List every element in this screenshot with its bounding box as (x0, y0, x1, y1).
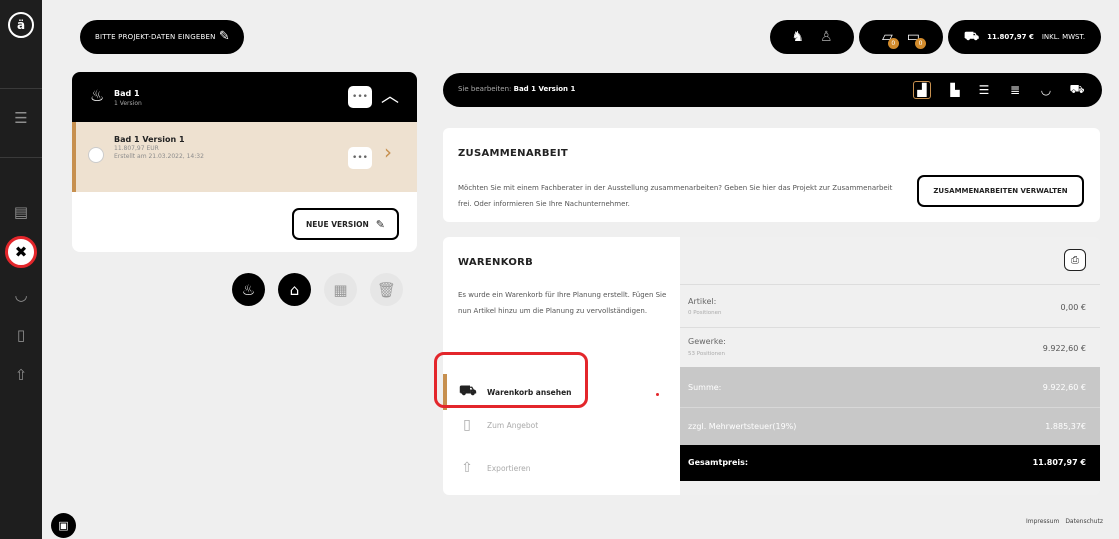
footer-links: Impressum Datenschutz (1026, 518, 1103, 525)
articles-value: 0,00 € (1060, 303, 1086, 312)
person-icon[interactable]: ♙ (820, 29, 833, 45)
chat-icon[interactable]: ▣ (51, 513, 76, 538)
menu-icon[interactable]: ☰ (11, 108, 31, 128)
pencil-icon: ✎ (375, 217, 385, 231)
new-version-button[interactable]: NEUE VERSION ✎ (292, 208, 399, 240)
floorplan-button[interactable]: ▦ (324, 273, 357, 306)
offer-label: Zum Angebot (487, 420, 539, 430)
cart-summary: ⎙ Artikel: 0 Positionen 0,00 € Gewerke: … (680, 237, 1100, 495)
cart-total: 11.807,97 € (987, 33, 1034, 41)
file-icon[interactable]: ▯ (11, 325, 31, 345)
notes-icon[interactable]: ▱ 0 (882, 29, 899, 49)
sum-value: 9.922,60 € (1042, 383, 1086, 392)
articles-label: Artikel: (688, 297, 717, 306)
offer-button[interactable]: ▯ Zum Angebot (443, 407, 680, 443)
checklist-icon[interactable]: ☰ (975, 81, 993, 99)
cart-icon[interactable]: ⛟ (1068, 81, 1086, 99)
folder-count-badge: 0 (915, 38, 926, 49)
pencil-icon: ✎ (218, 29, 230, 44)
editing-label: Sie bearbeiten: Bad 1 Version 1 (458, 85, 576, 93)
cart-title: WARENKORB (458, 257, 534, 268)
sidebar-divider (0, 88, 42, 89)
tools-icon[interactable]: ✖ (5, 236, 37, 268)
version-name: Bad 1 Version 1 (114, 135, 185, 144)
documents-pill: ▱ 0 ▭ 0 (859, 20, 943, 54)
vat-label: zzgl. Mehrwertsteuer(19%) (688, 422, 797, 431)
manage-collaboration-button[interactable]: ZUSAMMENARBEITEN VERWALTEN (917, 175, 1084, 207)
articles-count: 0 Positionen (688, 310, 722, 316)
imprint-link[interactable]: Impressum (1026, 518, 1059, 525)
project-name: Bad 1 (114, 89, 140, 98)
bathtub-icon: ♨ (90, 86, 105, 105)
project-data-button[interactable]: BITTE PROJEKT-DATEN EINGEBEN ✎ (80, 20, 244, 54)
users-pill: ♞ ♙ (770, 20, 854, 54)
print-icon[interactable]: ⎙ (1064, 249, 1086, 271)
export-label: Exportieren (487, 463, 531, 473)
chevron-right-icon[interactable]: › (384, 140, 392, 164)
collaboration-title: ZUSAMMENARBEIT (458, 148, 569, 159)
cart-pill[interactable]: ⛟ 11.807,97 € INKL. MWST. (948, 20, 1101, 54)
list-icon[interactable]: ≣ (1006, 81, 1024, 99)
folder-icon[interactable]: ▭ 0 (907, 29, 926, 49)
plan-outline-icon[interactable]: ▙ (946, 81, 964, 99)
project-header[interactable]: ♨ Bad 1 1 Version ••• ︿ (72, 72, 417, 122)
sum-row: Summe: 9.922,60 € (680, 367, 1100, 407)
sidebar: ä ☰ ▤ ✖ ◡ ▯ ⇧ (0, 0, 42, 539)
collaboration-text: Möchten Sie mit einem Fachberater in der… (458, 184, 893, 208)
articles-row: Artikel: 0 Positionen 0,00 € (680, 284, 1100, 327)
document-stack-icon[interactable]: ▤ (11, 202, 31, 222)
cart-tax-note: INKL. MWST. (1041, 33, 1086, 41)
bathtub-view-button[interactable]: ♨ (232, 273, 265, 306)
sofa-icon[interactable]: ◡ (1037, 81, 1055, 99)
cart-text: Es wurde ein Warenkorb für Ihre Planung … (458, 291, 667, 315)
room-view-button[interactable]: ⌂ (278, 273, 311, 306)
new-version-label: NEUE VERSION (306, 219, 369, 229)
export-button[interactable]: ⇧ Exportieren (443, 450, 680, 486)
export-icon: ⇧ (461, 460, 473, 476)
project-card: ♨ Bad 1 1 Version ••• ︿ Bad 1 Version 1 … (72, 72, 417, 252)
trades-label: Gewerke: (688, 337, 726, 346)
total-value: 11.807,97 € (1032, 458, 1086, 467)
cart-icon: ⛟ (964, 29, 980, 43)
total-label: Gesamtpreis: (688, 458, 749, 467)
sofa-icon[interactable]: ◡ (11, 285, 31, 305)
plan-tool-icon[interactable]: ▟ (913, 81, 931, 99)
vat-row: zzgl. Mehrwertsteuer(19%) 1.885,37€ (680, 407, 1100, 445)
trades-value: 9.922,60 € (1042, 344, 1086, 353)
collaboration-card: ZUSAMMENARBEIT Möchten Sie mit einem Fac… (443, 128, 1100, 222)
editing-target: Bad 1 Version 1 (513, 85, 576, 93)
chevron-up-icon[interactable]: ︿ (381, 82, 399, 108)
privacy-link[interactable]: Datenschutz (1065, 518, 1103, 525)
version-price: 11.807,97 EUR (114, 145, 159, 152)
export-icon[interactable]: ⇧ (11, 365, 31, 385)
project-versions-count: 1 Version (114, 100, 142, 107)
brand-logo[interactable]: ä (8, 12, 34, 38)
sum-label: Summe: (688, 383, 722, 392)
version-created: Erstellt am 21.03.2022, 14:32 (114, 153, 204, 160)
version-more-button[interactable]: ••• (348, 147, 372, 169)
notes-count-badge: 0 (887, 38, 899, 49)
edit-bar: Sie bearbeiten: Bad 1 Version 1 ▟ ▙ ☰ ≣ … (443, 73, 1102, 107)
version-radio[interactable] (88, 147, 104, 163)
cursor-dot (656, 393, 659, 396)
sidebar-divider (0, 157, 42, 158)
vat-value: 1.885,37€ (1045, 422, 1086, 431)
trades-row: Gewerke: 53 Positionen 9.922,60 € (680, 327, 1100, 367)
project-more-button[interactable]: ••• (348, 86, 372, 108)
version-row[interactable]: Bad 1 Version 1 11.807,97 EUR Erstellt a… (72, 122, 417, 192)
highlight-frame (434, 352, 588, 408)
trades-count: 53 Positionen (688, 351, 726, 357)
document-icon: ▯ (463, 417, 471, 433)
advisor-icon[interactable]: ♞ (791, 29, 804, 45)
trash-icon[interactable]: 🗑 (370, 273, 403, 306)
total-row: Gesamtpreis: 11.807,97 € (680, 445, 1100, 481)
project-data-label: BITTE PROJEKT-DATEN EINGEBEN (95, 33, 216, 41)
